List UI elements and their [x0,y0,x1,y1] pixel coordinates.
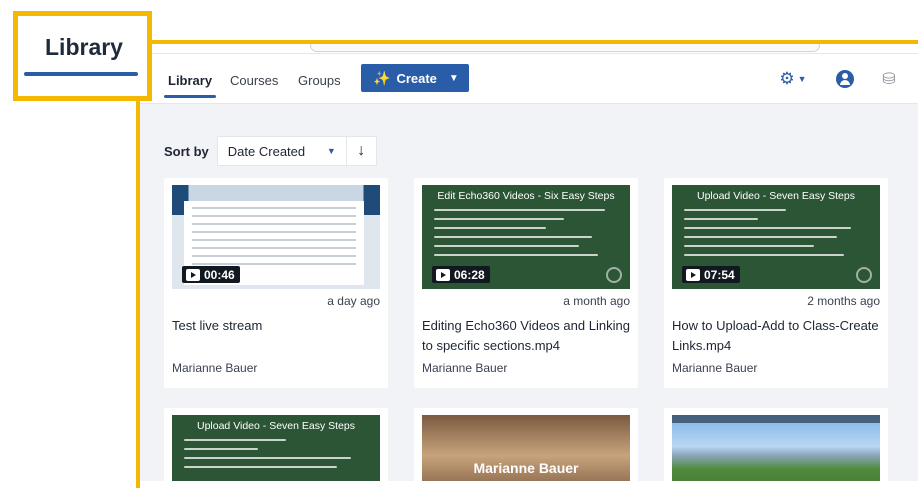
media-card[interactable]: 00:46 a day ago Test live stream Mariann… [164,178,388,388]
create-button[interactable]: ✨ Create ▼ [361,64,469,92]
media-age: a month ago [563,294,630,308]
play-icon [436,268,450,281]
callout-library-label: Library [45,34,123,60]
sort-select[interactable]: Date Created ▼ [216,136,347,166]
media-card[interactable]: Upload Video - Seven Easy Steps 07:54 2 … [664,178,888,388]
callout-active-underline [24,72,138,76]
user-menu-button[interactable] [834,68,856,90]
media-card[interactable]: Edit Echo360 Videos - Six Easy Steps 06:… [414,178,638,388]
media-age: a day ago [327,294,380,308]
media-card[interactable]: Marianne Bauer [414,408,638,481]
sort-by-label: Sort by [164,143,209,159]
top-navigation: Library Courses Groups ✨ Create ▼ ⚙ ▼ ⛁ [140,54,918,104]
media-thumbnail[interactable]: Edit Echo360 Videos - Six Easy Steps 06:… [422,185,630,289]
media-title[interactable]: How to Upload-Add to Class-Create Links.… [672,316,884,356]
library-callout: Library [13,11,152,101]
media-title[interactable]: Test live stream [172,316,384,336]
duration-badge: 00:46 [182,266,240,283]
chevron-down-icon: ▼ [448,72,459,84]
media-owner: Marianne Bauer [672,361,758,375]
media-thumbnail[interactable]: Upload Video - Seven Easy Steps 07:54 [672,185,880,289]
tab-groups[interactable]: Groups [298,73,341,88]
media-owner: Marianne Bauer [172,361,258,375]
sort-controls: Sort by Date Created ▼ ↓ [164,136,377,166]
media-thumbnail[interactable]: 00:46 [172,185,380,289]
media-thumbnail[interactable]: Marianne Bauer [422,415,630,481]
browser-bar [140,44,918,54]
duration-badge: 07:54 [682,266,740,283]
tab-courses[interactable]: Courses [230,73,278,88]
duration-badge: 06:28 [432,266,490,283]
sort-selected-value: Date Created [227,143,306,159]
arrow-down-icon: ↓ [357,142,366,159]
create-label: Create [396,70,437,86]
user-circle-icon [836,70,854,88]
play-icon [186,268,200,281]
sort-direction-button[interactable]: ↓ [346,136,377,166]
university-seal-icon [856,267,872,283]
tab-library[interactable]: Library [163,73,217,98]
chevron-down-icon: ▼ [797,74,807,84]
university-seal-icon [606,267,622,283]
play-icon [686,268,700,281]
media-age: 2 months ago [807,294,880,308]
address-bar[interactable] [310,44,820,52]
media-card[interactable] [664,408,888,481]
settings-menu-button[interactable]: ⚙ ▼ [776,68,810,90]
media-library-app: Library Courses Groups ✨ Create ▼ ⚙ ▼ ⛁ S… [140,44,918,481]
echo360-logo-icon[interactable]: ⛁ [877,68,901,90]
gear-icon: ⚙ [779,69,795,88]
media-thumbnail[interactable]: Upload Video - Seven Easy Steps [172,415,380,481]
media-thumbnail[interactable] [672,415,880,481]
media-owner: Marianne Bauer [422,361,508,375]
chevron-down-icon: ▼ [326,146,336,156]
media-title[interactable]: Editing Echo360 Videos and Linking to sp… [422,316,634,356]
media-card[interactable]: Upload Video - Seven Easy Steps [164,408,388,481]
magic-wand-icon: ✨ [373,69,391,86]
thumbnail-overlay-text: Marianne Bauer [473,460,579,476]
